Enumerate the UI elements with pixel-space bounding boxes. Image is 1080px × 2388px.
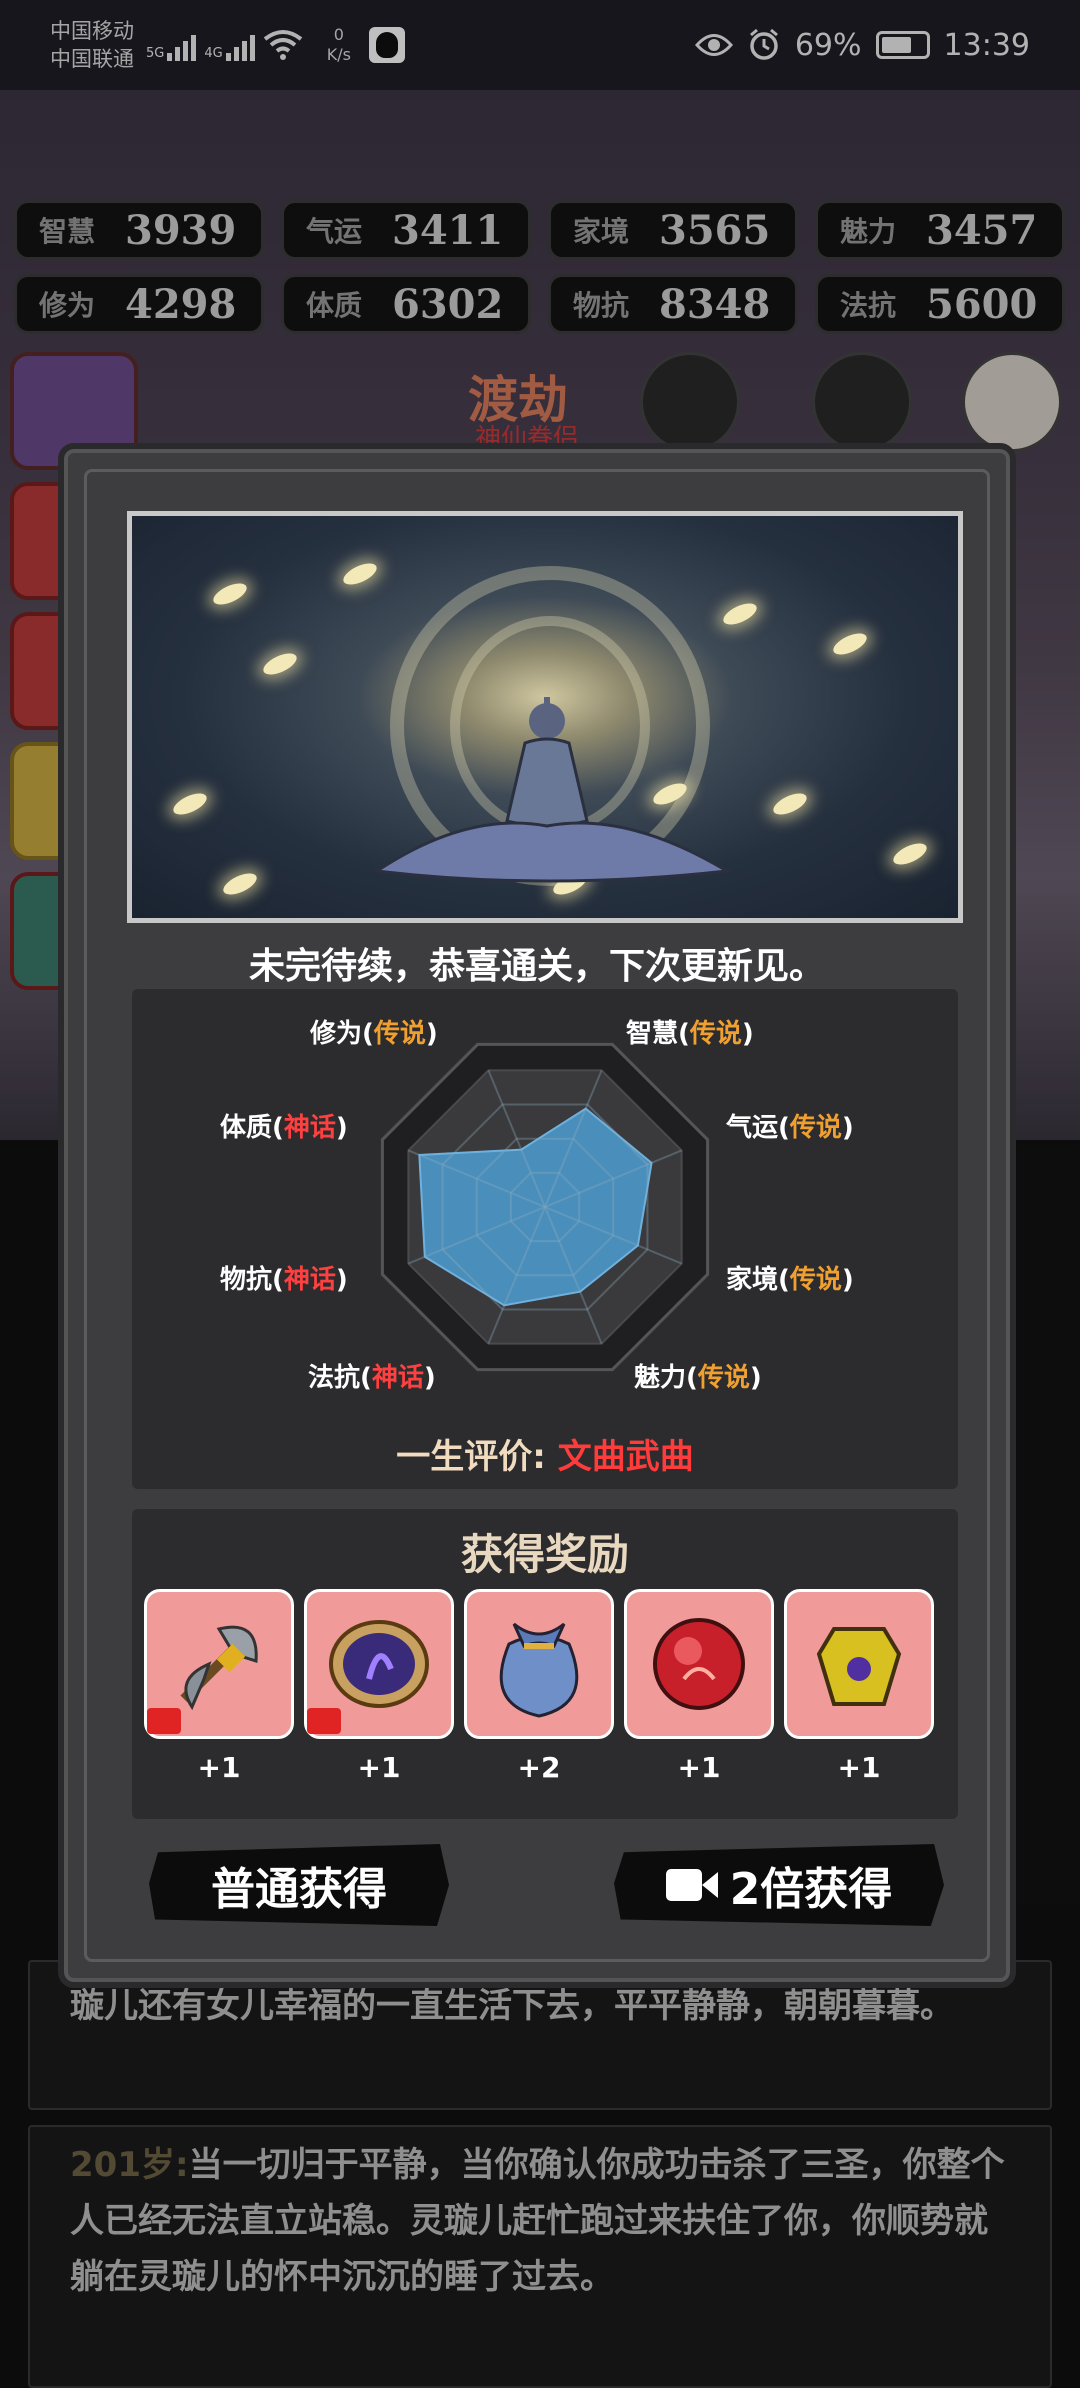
reward-slot[interactable] (144, 1589, 294, 1739)
golden-armor-icon (816, 1627, 902, 1706)
video-ad-icon (665, 1866, 718, 1904)
radar-label-charm: 魅力(传说) (634, 1363, 762, 1393)
reward-item[interactable]: +1 (144, 1589, 294, 1784)
evaluation-value: 文曲武曲 (557, 1437, 694, 1477)
radar-label-wisdom: 智慧(传说) (626, 1019, 754, 1049)
double-claim-label: 2倍获得 (729, 1864, 893, 1915)
mirror-icon (329, 1620, 429, 1708)
reward-item[interactable]: +1 (784, 1589, 934, 1784)
normal-claim-label: 普通获得 (211, 1864, 387, 1915)
radar-label-name: 气运 (726, 1113, 779, 1143)
reward-count: +1 (357, 1751, 401, 1784)
reward-item[interactable]: +1 (304, 1589, 454, 1784)
radar-label-name: 魅力 (634, 1363, 687, 1393)
reward-slot[interactable] (304, 1589, 454, 1739)
reward-count: +1 (837, 1751, 881, 1784)
reward-slot[interactable] (624, 1589, 774, 1739)
radar-label-grade: 传说 (789, 1113, 842, 1143)
rewards-title: 获得奖励 (460, 1530, 629, 1579)
double-claim-button[interactable]: 2倍获得 (614, 1844, 944, 1926)
radar-chart (380, 1042, 710, 1372)
golden-axe-icon (180, 1625, 258, 1711)
fragment-badge (147, 1708, 181, 1734)
radar-label-grade: 神话 (371, 1363, 424, 1393)
radar-label-name: 家境 (726, 1265, 779, 1295)
congrats-text: 未完待续，恭喜通关，下次更新见。 (248, 946, 825, 987)
radar-label-name: 修为 (310, 1019, 363, 1049)
radar-label-grade: 传说 (697, 1363, 750, 1393)
radar-label-luck: 气运(传说) (726, 1113, 854, 1143)
fragment-badge (307, 1708, 341, 1734)
red-orb-icon (653, 1618, 745, 1710)
radar-label-grade: 神话 (283, 1113, 336, 1143)
reward-count: +2 (517, 1751, 561, 1784)
radar-label-grade: 传说 (689, 1019, 742, 1049)
radar-label-grade: 传说 (373, 1019, 426, 1049)
evaluation-label: 一生评价: (396, 1437, 546, 1477)
reward-slot[interactable] (464, 1589, 614, 1739)
meditating-figure (372, 697, 732, 883)
reward-items: +1 +1 +2 +1 +1 (144, 1589, 934, 1784)
reward-panel: 获得奖励 +1 +1 +2 +1 +1 (132, 1509, 958, 1819)
reward-item[interactable]: +2 (464, 1589, 614, 1784)
radar-label-name: 智慧 (626, 1019, 679, 1049)
reward-slot[interactable] (784, 1589, 934, 1739)
radar-label-name: 物抗 (220, 1265, 273, 1295)
life-evaluation: 一生评价: 文曲武曲 (132, 1429, 958, 1478)
radar-label-family: 家境(传说) (726, 1265, 854, 1295)
radar-label-physique: 体质(神话) (220, 1113, 348, 1143)
reward-count: +1 (677, 1751, 721, 1784)
radar-panel: 修为(传说) 智慧(传说) 气运(传说) 家境(传说) 魅力(传说) 法抗(神话… (132, 989, 958, 1489)
reward-item[interactable]: +1 (624, 1589, 774, 1784)
normal-claim-button[interactable]: 普通获得 (149, 1844, 449, 1926)
radar-label-grade: 传说 (789, 1265, 842, 1295)
radar-label-name: 体质 (220, 1113, 273, 1143)
radar-label-name: 法抗 (308, 1363, 361, 1393)
radar-label-phys-resist: 物抗(神话) (220, 1265, 348, 1295)
ending-illustration (127, 511, 963, 923)
radar-label-grade: 神话 (283, 1265, 336, 1295)
ending-dialog: 未完待续，恭喜通关，下次更新见。 修为(传说) 智慧(传说) 气运(传说) 家境… (58, 443, 1016, 1988)
radar-label-cultivation: 修为(传说) (310, 1019, 438, 1049)
pouch-icon (499, 1622, 579, 1718)
radar-label-magic-resist: 法抗(神话) (308, 1363, 436, 1393)
reward-count: +1 (197, 1751, 241, 1784)
